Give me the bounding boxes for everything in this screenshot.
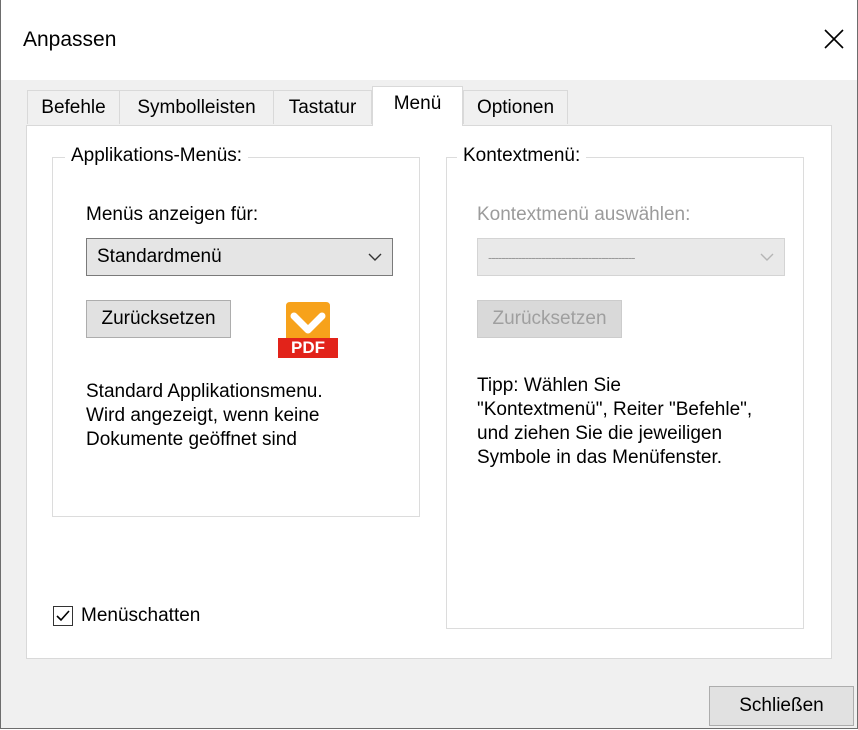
customize-dialog: Anpassen Befehle Symbolleisten Tastatur … — [0, 0, 858, 729]
chevron-down-icon — [760, 253, 774, 261]
menu-shadow-option[interactable]: Menüschatten — [53, 604, 253, 628]
context-menu-reset-button[interactable]: Zurücksetzen — [477, 300, 622, 338]
tip-line: Tipp: Wählen Sie — [477, 375, 621, 396]
app-menus-legend: Applikations-Menüs: — [65, 145, 249, 167]
title-bar: Anpassen — [1, 0, 857, 80]
tab-label: Symbolleisten — [137, 96, 256, 118]
tab-label: Befehle — [41, 96, 106, 118]
app-menus-group: Applikations-Menüs: Menüs anzeigen für: … — [52, 145, 420, 517]
description-line: Wird angezeigt, wenn keine — [86, 405, 320, 426]
menu-select-value: Standardmenü — [97, 246, 222, 267]
context-menu-select-value: ----------------------------------------… — [488, 249, 635, 265]
tip-line: und ziehen Sie die jeweiligen — [477, 423, 723, 444]
description-line: Standard Applikationsmenu. — [86, 381, 323, 402]
tab-label: Menü — [393, 93, 442, 114]
tab-label: Optionen — [476, 96, 555, 118]
context-menu-reset-label: Zurücksetzen — [492, 308, 607, 329]
show-menus-for-label: Menüs anzeigen für: — [86, 204, 259, 225]
context-menu-select[interactable]: ----------------------------------------… — [477, 238, 785, 276]
tip-line: "Kontextmenü", Reiter "Befehle", — [477, 399, 753, 420]
app-menu-reset-label: Zurücksetzen — [101, 308, 216, 329]
tab-befehle[interactable]: Befehle — [27, 90, 120, 124]
app-menu-reset-button[interactable]: Zurücksetzen — [86, 300, 231, 338]
tab-menu[interactable]: Menü — [372, 86, 463, 126]
app-menu-description: Standard Applikationsmenu. Wird angezeig… — [86, 380, 323, 452]
menu-shadow-label: Menüschatten — [81, 605, 201, 626]
description-line: Dokumente geöffnet sind — [86, 429, 297, 450]
app-logo: PDF — [278, 300, 338, 360]
chevron-down-icon — [368, 253, 382, 261]
dialog-title: Anpassen — [23, 28, 117, 51]
close-dialog-button[interactable]: Schließen — [709, 686, 854, 726]
close-icon — [824, 29, 844, 49]
tab-panel-menu: Applikations-Menüs: Menüs anzeigen für: … — [26, 125, 832, 659]
context-menu-legend: Kontextmenü: — [457, 145, 587, 167]
close-button[interactable] — [811, 16, 857, 62]
close-dialog-label: Schließen — [739, 695, 824, 716]
tab-tastatur[interactable]: Tastatur — [273, 90, 372, 124]
context-menu-tip: Tipp: Wählen Sie "Kontextmenü", Reiter "… — [477, 374, 752, 470]
tab-label: Tastatur — [288, 96, 357, 118]
checkmark-icon — [56, 610, 70, 622]
logo-pdf-text: PDF — [291, 338, 325, 357]
context-menu-group: Kontextmenü: Kontextmenü auswählen: ----… — [446, 145, 804, 629]
select-context-menu-label: Kontextmenü auswählen: — [477, 204, 691, 225]
tab-optionen[interactable]: Optionen — [463, 90, 568, 124]
tip-line: Symbole in das Menüfenster. — [477, 447, 723, 468]
tab-symbolleisten[interactable]: Symbolleisten — [119, 90, 274, 124]
menu-shadow-checkbox[interactable] — [53, 606, 73, 626]
menu-select[interactable]: Standardmenü — [86, 238, 393, 276]
